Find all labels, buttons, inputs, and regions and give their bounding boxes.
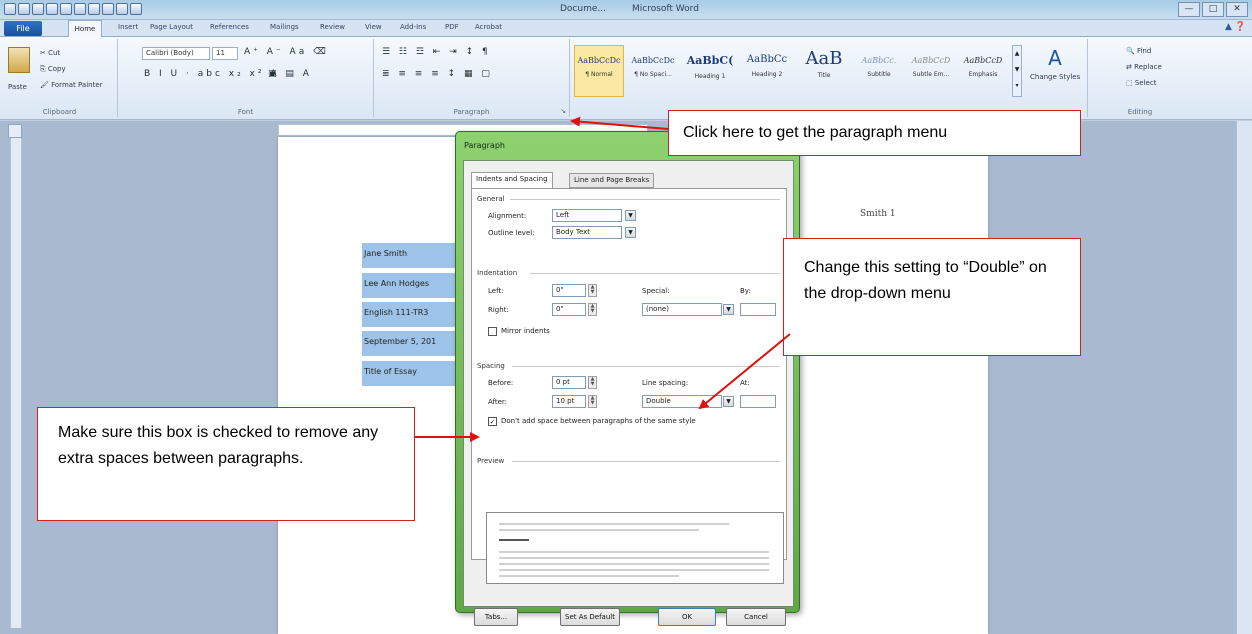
annotation-arrows	[415, 116, 791, 442]
arrow-to-line-spacing	[698, 333, 791, 410]
arrow-to-paragraph-launcher	[570, 116, 669, 130]
